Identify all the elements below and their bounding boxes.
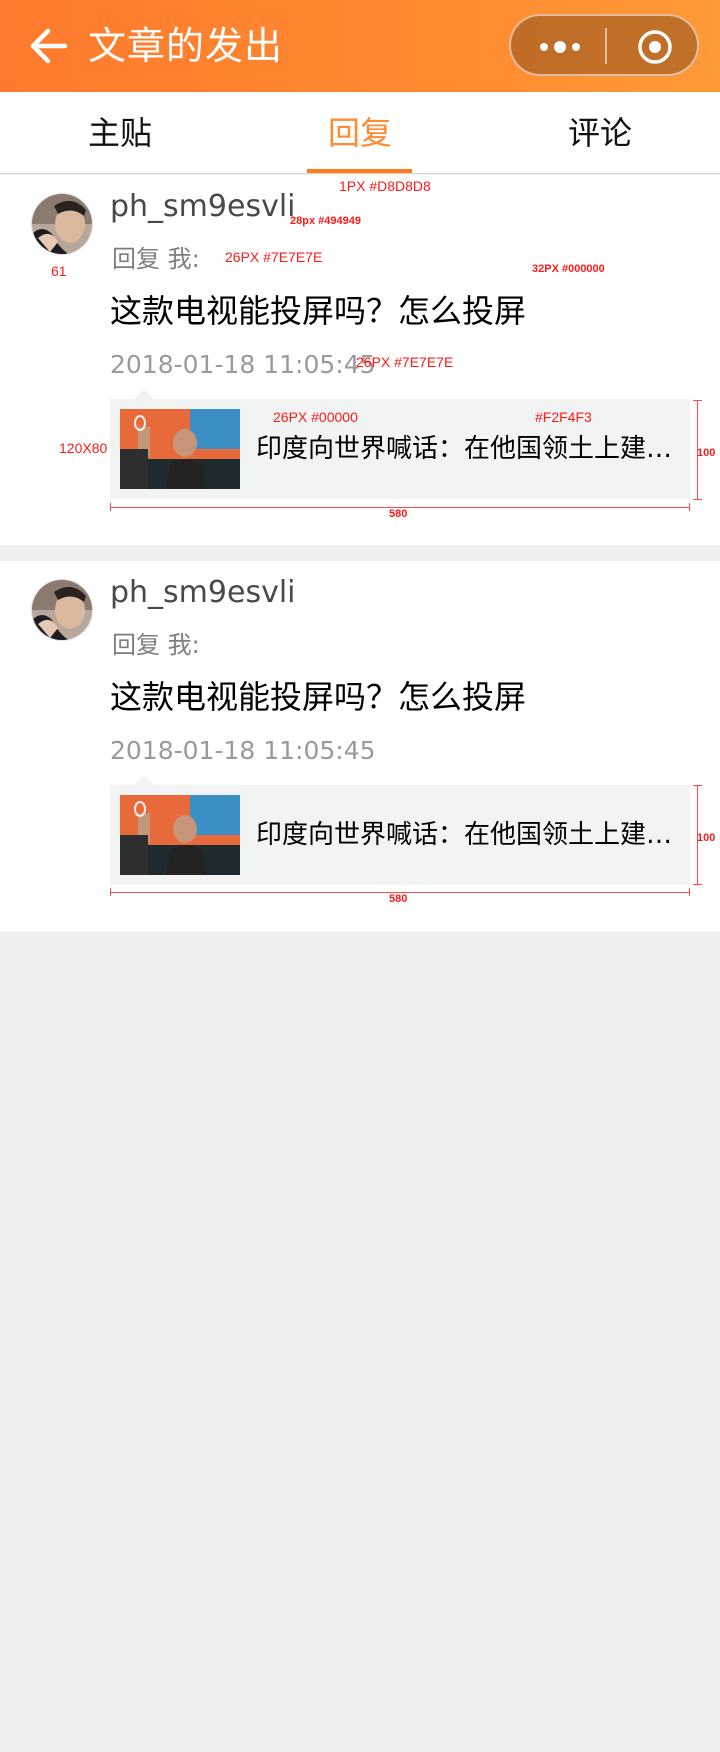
tab-main-post[interactable]: 主贴 [0, 92, 240, 174]
avatar[interactable] [31, 579, 93, 641]
reply-card: ph_sm9esvli 回复 我: 这款电视能投屏吗？怎么投屏 2018-01-… [0, 561, 720, 931]
reply-to-label: 回复 我: [112, 245, 200, 273]
more-dots-icon[interactable] [537, 36, 583, 58]
height-measure-line [697, 785, 698, 885]
width-measure-line [110, 507, 690, 508]
article-thumbnail [120, 795, 240, 875]
measure-tick [693, 785, 702, 786]
username-spec-annotation: 28px #494949 [290, 215, 361, 227]
arrow-left-icon[interactable] [28, 28, 68, 64]
quote-height-annotation: 100 [697, 447, 716, 459]
reply-time: 2018-01-18 11:05:45 [110, 350, 376, 379]
reply-to-label: 回复 我: [112, 631, 200, 659]
mini-program-capsule [509, 14, 699, 76]
reply-content: 这款电视能投屏吗？怎么投屏 [110, 678, 527, 716]
measure-tick [110, 503, 111, 511]
quote-bg-annotation: #F2F4F3 [535, 409, 592, 425]
tab-bar: 主贴 回复 评论 [0, 92, 720, 174]
record-circle-icon[interactable] [637, 29, 673, 65]
page-title: 文章的发出 [88, 24, 284, 68]
reply-content: 这款电视能投屏吗？怎么投屏 [110, 292, 527, 330]
measure-tick [693, 400, 702, 401]
quoted-article-title: 印度向世界喊话：在他国领土上建设基础设施 [256, 820, 676, 850]
tab-comments[interactable]: 评论 [480, 92, 720, 174]
height-measure-line [697, 400, 698, 500]
reply-time: 2018-01-18 11:05:45 [110, 736, 376, 765]
quoted-article[interactable]: 印度向世界喊话：在他国领土上建设基础设施 [110, 389, 690, 499]
measure-tick [689, 888, 690, 896]
quoted-article[interactable]: 印度向世界喊话：在他国领土上建设基础设施 [110, 775, 690, 885]
measure-tick [689, 503, 690, 511]
content-spec-annotation: 32PX #000000 [532, 263, 605, 275]
article-thumbnail [120, 409, 240, 489]
avatar-size-annotation: 61 [51, 263, 67, 279]
quote-height-annotation: 100 [697, 832, 716, 844]
quote-text-spec-annotation: 26PX #00000 [273, 409, 358, 425]
quote-width-annotation: 580 [389, 893, 408, 905]
quote-width-annotation: 580 [389, 508, 408, 520]
title-bar: 文章的发出 [0, 0, 720, 92]
divider-spec-annotation: 1PX #D8D8D8 [339, 178, 431, 194]
reply-username[interactable]: ph_sm9esvli [110, 187, 296, 227]
tab-replies[interactable]: 回复 [240, 92, 480, 174]
measure-tick [693, 884, 702, 885]
reply-username[interactable]: ph_sm9esvli [110, 573, 296, 613]
quoted-article-title: 印度向世界喊话：在他国领土上建设基础设施 [256, 434, 676, 464]
thumb-size-annotation: 120X80 [59, 440, 108, 456]
time-spec-annotation: 26PX #7E7E7E [356, 354, 454, 370]
avatar[interactable] [31, 193, 93, 255]
measure-tick [110, 888, 111, 896]
width-measure-line [110, 892, 690, 893]
capsule-divider [605, 28, 607, 64]
reply-spec-annotation: 26PX #7E7E7E [225, 249, 323, 265]
active-tab-indicator [307, 169, 412, 173]
measure-tick [693, 499, 702, 500]
